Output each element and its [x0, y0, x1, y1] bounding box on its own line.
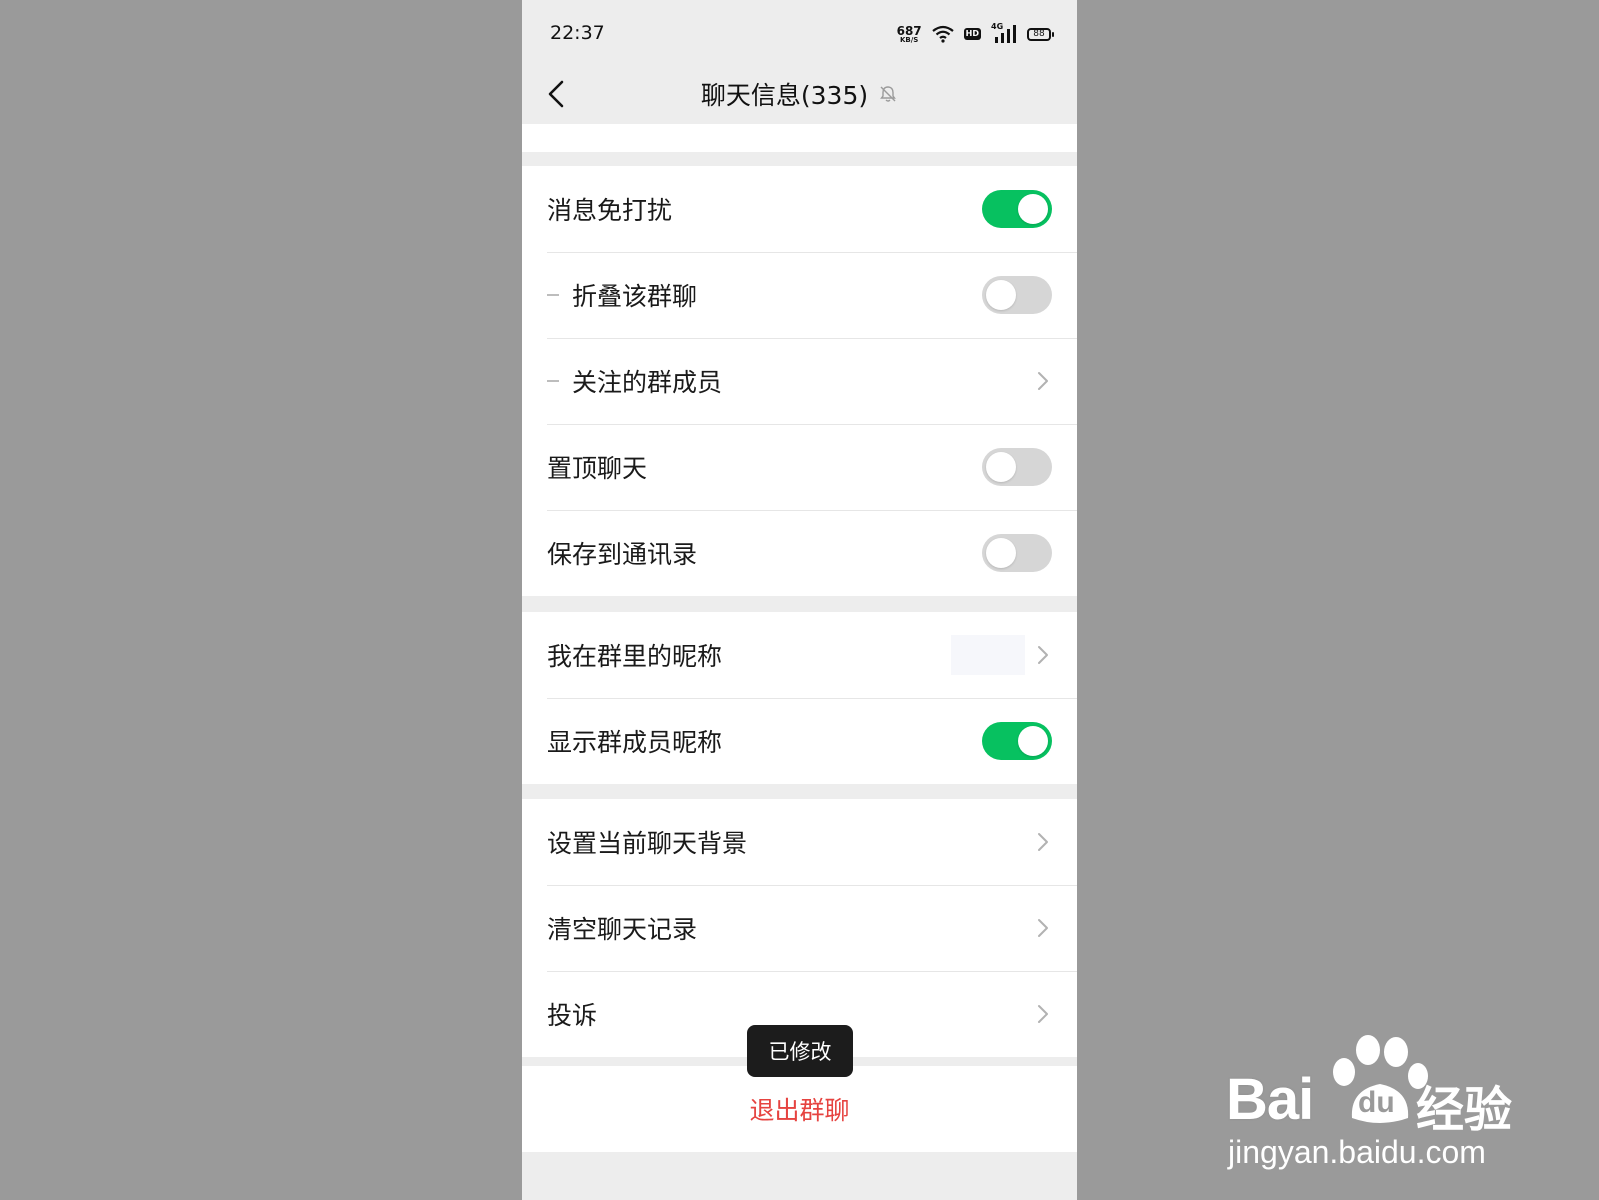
- fold-chat-toggle[interactable]: [982, 276, 1052, 314]
- watermark-url: jingyan.baidu.com: [1228, 1134, 1486, 1170]
- net-speed-unit: KB/S: [899, 35, 919, 44]
- clear-chat-history-label: 清空聊天记录: [547, 915, 698, 944]
- status-icons: 687 KB/S HD 4G 88: [897, 22, 1054, 46]
- watermark-product: 经验: [1416, 1082, 1513, 1138]
- row-my-group-nickname[interactable]: 我在群里的昵称: [522, 612, 1077, 698]
- watermark-brand-suffix: du: [1358, 1086, 1395, 1119]
- nickname-settings-section: 我在群里的昵称 显示群成员昵称: [522, 612, 1077, 784]
- nav-title-group: 聊天信息(335): [522, 64, 1077, 124]
- save-to-contacts-label: 保存到通讯录: [547, 540, 698, 569]
- net-speed-value: 687: [896, 23, 922, 38]
- watermark-brand: Bai: [1226, 1067, 1314, 1132]
- phone-screen: 22:37 687 KB/S HD 4G 88 聊天信息(335) 消息免打扰 …: [522, 0, 1077, 1200]
- exit-group-button[interactable]: 退出群聊: [522, 1066, 1077, 1152]
- sub-item-dash: [547, 294, 559, 296]
- battery-icon: 88: [1027, 27, 1054, 41]
- toast-message: 已修改: [747, 1025, 853, 1077]
- exit-group-label: 退出群聊: [749, 1096, 850, 1125]
- status-bar: 22:37 687 KB/S HD 4G 88: [522, 0, 1077, 64]
- chat-management-section: 设置当前聊天背景 清空聊天记录 投诉: [522, 799, 1077, 1057]
- chevron-right-icon: [1038, 1005, 1048, 1023]
- net-speed-indicator: 687 KB/S: [897, 25, 922, 44]
- page-title: 聊天信息(335): [700, 81, 869, 110]
- do-not-disturb-label: 消息免打扰: [547, 196, 673, 225]
- row-pin-chat[interactable]: 置顶聊天: [522, 424, 1077, 510]
- wifi-icon: [931, 25, 954, 43]
- save-to-contacts-toggle[interactable]: [982, 534, 1052, 572]
- chevron-right-icon: [1038, 833, 1048, 851]
- fold-chat-label: 折叠该群聊: [572, 282, 698, 311]
- report-label: 投诉: [547, 1001, 598, 1030]
- bell-off-icon: [880, 86, 897, 102]
- show-member-nicknames-label: 显示群成员昵称: [547, 728, 723, 757]
- row-do-not-disturb[interactable]: 消息免打扰: [522, 166, 1077, 252]
- sub-item-dash: [547, 380, 559, 382]
- followed-members-label: 关注的群成员: [572, 368, 723, 397]
- chevron-right-icon: [1038, 646, 1048, 664]
- group-members-area-edge: [522, 124, 1077, 152]
- status-time: 22:37: [550, 22, 605, 44]
- pin-chat-label: 置顶聊天: [547, 454, 648, 483]
- notification-settings-section: 消息免打扰 折叠该群聊 关注的群成员 置顶聊天 保存到通讯录: [522, 166, 1077, 596]
- row-fold-chat[interactable]: 折叠该群聊: [522, 252, 1077, 338]
- my-group-nickname-label: 我在群里的昵称: [547, 642, 723, 671]
- row-followed-members[interactable]: 关注的群成员: [522, 338, 1077, 424]
- chevron-right-icon: [1038, 372, 1048, 390]
- baidu-jingyan-watermark: Bai du 经验 jingyan.baidu.com: [1226, 1030, 1526, 1170]
- row-save-to-contacts[interactable]: 保存到通讯录: [522, 510, 1077, 596]
- pin-chat-toggle[interactable]: [982, 448, 1052, 486]
- nav-bar: 聊天信息(335): [522, 64, 1077, 124]
- row-show-member-nicknames[interactable]: 显示群成员昵称: [522, 698, 1077, 784]
- toast-text: 已修改: [768, 1040, 832, 1064]
- cellular-signal-icon: 4G: [991, 22, 1017, 44]
- show-member-nicknames-toggle[interactable]: [982, 722, 1052, 760]
- row-set-chat-background[interactable]: 设置当前聊天背景: [522, 799, 1077, 885]
- hd-badge: HD: [963, 28, 981, 40]
- do-not-disturb-toggle[interactable]: [982, 190, 1052, 228]
- row-clear-chat-history[interactable]: 清空聊天记录: [522, 885, 1077, 971]
- set-chat-background-label: 设置当前聊天背景: [547, 829, 748, 858]
- chevron-right-icon: [1038, 919, 1048, 937]
- battery-level: 88: [1033, 29, 1045, 39]
- my-group-nickname-value: [951, 635, 1025, 675]
